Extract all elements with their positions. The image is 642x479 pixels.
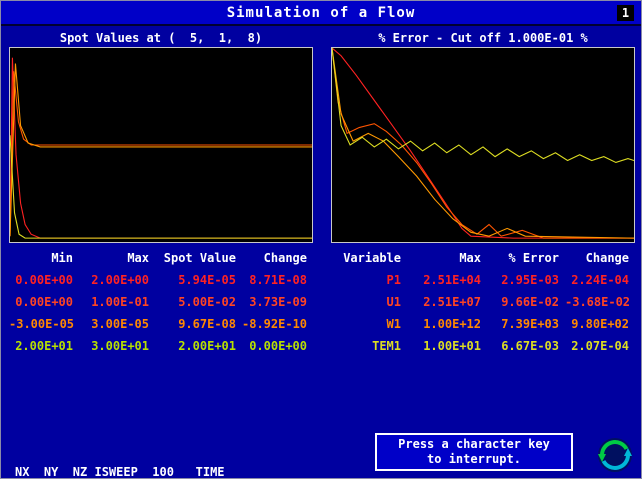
cell-percent-error: 9.66E-02 [501, 295, 559, 309]
cell-max: 3.00E-05 [91, 317, 149, 331]
cell-max: 2.51E+04 [423, 273, 481, 287]
cell-change: -8.92E-10 [242, 317, 308, 331]
chart-series-U1 [10, 71, 312, 236]
table-row-u1: 0.00E+00 1.00E-01 5.00E-02 3.73E-09 [9, 291, 313, 313]
page-indicator: 1 [617, 5, 634, 21]
column-header-change: Change [585, 251, 629, 265]
chart-series-P1 [332, 48, 634, 238]
table-row-w1: W1 1.00E+12 7.39E+03 9.80E+02 [331, 313, 635, 335]
error-table: Variable Max % Error Change P1 2.51E+04 … [331, 247, 635, 357]
cell-variable: W1 [386, 317, 401, 331]
cell-max: 1.00E+01 [423, 339, 481, 353]
spot-values-table-header-row: Min Max Spot Value Change [9, 247, 313, 269]
chart-series-W1 [332, 48, 634, 238]
cell-change: 3.73E-09 [249, 295, 307, 309]
table-row-u1: U1 2.51E+07 9.66E-02 -3.68E-02 [331, 291, 635, 313]
chart-series-W1 [10, 64, 312, 237]
spot-values-table: Min Max Spot Value Change 0.00E+00 2.00E… [9, 247, 313, 357]
column-header-percent-error: % Error [508, 251, 559, 265]
spot-values-plot [10, 48, 312, 242]
cell-change: 2.24E-04 [571, 273, 629, 287]
column-header-max: Max [127, 251, 149, 265]
cell-max: 1.00E+12 [423, 317, 481, 331]
cell-min: 0.00E+00 [15, 295, 73, 309]
table-row-p1: P1 2.51E+04 2.95E-03 2.24E-04 [331, 269, 635, 291]
chart-series-U1 [332, 48, 634, 238]
table-row-w1: -3.00E-05 3.00E-05 9.67E-08 -8.92E-10 [9, 313, 313, 335]
column-header-min: Min [51, 251, 73, 265]
cell-max: 2.00E+00 [91, 273, 149, 287]
cell-percent-error: 7.39E+03 [501, 317, 559, 331]
simulation-monitor-window: Simulation of a Flow 1 Spot Values at ( … [0, 0, 642, 479]
error-plot [332, 48, 634, 242]
chart-series-TEM1 [10, 135, 312, 238]
cell-spot-value: 5.00E-02 [178, 295, 236, 309]
column-header-max: Max [459, 251, 481, 265]
cell-min: 2.00E+01 [15, 339, 73, 353]
error-table-header-row: Variable Max % Error Change [331, 247, 635, 269]
cell-spot-value: 5.94E-05 [178, 273, 236, 287]
error-chart [331, 47, 635, 243]
cell-percent-error: 6.67E-03 [501, 339, 559, 353]
chart-series-P1 [10, 58, 312, 238]
cell-change: 2.07E-04 [571, 339, 629, 353]
interrupt-line2: to interrupt. [427, 452, 521, 466]
cell-spot-value: 9.67E-08 [178, 317, 236, 331]
cell-variable: U1 [386, 295, 401, 309]
window-title: Simulation of a Flow [226, 4, 416, 21]
cell-min: 0.00E+00 [15, 273, 73, 287]
cell-max: 1.00E-01 [91, 295, 149, 309]
interrupt-message-box[interactable]: Press a character key to interrupt. [375, 433, 573, 471]
error-header: % Error - Cut off 1.000E-01 % [378, 31, 588, 45]
cell-change: 9.80E+02 [571, 317, 629, 331]
cell-max: 3.00E+01 [91, 339, 149, 353]
cell-variable: P1 [386, 273, 401, 287]
cell-variable: TEM1 [372, 339, 401, 353]
interrupt-line1: Press a character key [398, 437, 550, 451]
cell-min: -3.00E-05 [9, 317, 75, 331]
column-header-variable: Variable [343, 251, 401, 265]
cell-change: 8.71E-08 [249, 273, 307, 287]
status-labels-line: NX NY NZ ISWEEP 100 TIME [15, 465, 225, 479]
table-row-tem1: 2.00E+01 3.00E+01 2.00E+01 0.00E+00 [9, 335, 313, 357]
table-row-p1: 0.00E+00 2.00E+00 5.94E-05 8.71E-08 [9, 269, 313, 291]
cycle-arrows-icon [598, 438, 632, 472]
status-area: NX NY NZ ISWEEP 100 TIME 20 1 15 IZSTEP … [15, 425, 246, 479]
spot-values-header: Spot Values at ( 5, 1, 8) [59, 31, 263, 45]
spot-values-chart [9, 47, 313, 243]
cell-spot-value: 2.00E+01 [178, 339, 236, 353]
cell-change: -3.68E-02 [565, 295, 631, 309]
cell-percent-error: 2.95E-03 [501, 273, 559, 287]
column-header-spot-value: Spot Value [163, 251, 236, 265]
cell-max: 2.51E+07 [423, 295, 481, 309]
cell-change: 0.00E+00 [249, 339, 307, 353]
title-bar: Simulation of a Flow 1 [1, 1, 641, 26]
column-header-change: Change [263, 251, 307, 265]
table-row-tem1: TEM1 1.00E+01 6.67E-03 2.07E-04 [331, 335, 635, 357]
